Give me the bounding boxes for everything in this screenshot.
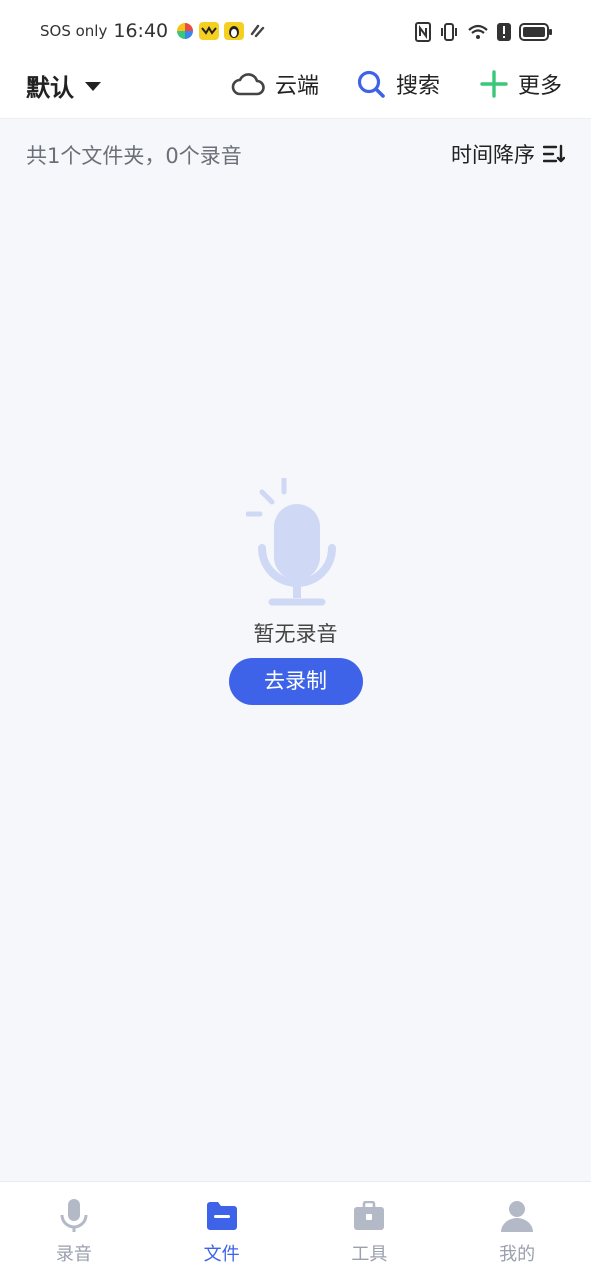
nav-item-mine[interactable]: 我的 [443, 1182, 591, 1280]
search-icon [357, 70, 385, 98]
more-button[interactable]: 更多 [480, 68, 562, 100]
folder-selector[interactable]: 默认 [26, 68, 102, 103]
battery-icon [519, 23, 552, 41]
cloud-button[interactable]: 云端 [231, 68, 319, 100]
link-icon [250, 24, 265, 38]
search-button[interactable]: 搜索 [356, 68, 440, 100]
wifi-icon [468, 24, 488, 39]
sort-icon [543, 144, 565, 163]
vibrate-icon [441, 23, 457, 41]
nfc-icon [415, 22, 431, 42]
empty-state: 暂无录音 去录制 [0, 478, 591, 705]
list-header: 共1个文件夹，0个录音 时间降序 [0, 120, 591, 182]
nav-label-files: 文件 [203, 1244, 240, 1265]
caret-down-icon [85, 81, 101, 91]
nav-item-files[interactable]: 文件 [148, 1182, 296, 1280]
notification-icons [176, 22, 267, 40]
nav-label-tools: 工具 [351, 1244, 388, 1265]
cloud-label: 云端 [275, 74, 320, 99]
folder-icon [204, 1198, 240, 1234]
nav-item-record[interactable]: 录音 [0, 1182, 148, 1280]
colorful-pinwheel-icon [177, 23, 194, 39]
folder-name: 默认 [26, 74, 74, 102]
sort-label: 时间降序 [451, 143, 535, 167]
top-bar: 默认 云端 搜索 更多 [0, 64, 591, 119]
sort-button[interactable]: 时间降序 [451, 139, 565, 169]
user-icon [499, 1198, 535, 1234]
more-label: 更多 [518, 74, 563, 99]
go-record-button[interactable]: 去录制 [228, 658, 363, 705]
status-left: SOS only 16:40 [40, 20, 267, 42]
nav-label-mine: 我的 [499, 1244, 536, 1265]
plus-icon [480, 70, 508, 98]
nav-label-record: 录音 [55, 1244, 92, 1265]
mic-icon [56, 1198, 92, 1234]
alert-icon [497, 23, 511, 41]
penguin-app-icon [224, 22, 245, 40]
status-bar: SOS only 16:40 [0, 0, 591, 64]
yellow-app-icon [199, 22, 220, 40]
bottom-nav: 录音 文件 工具 我的 [0, 1181, 591, 1280]
cloud-icon [231, 73, 265, 96]
microphone-illustration-icon [245, 478, 336, 606]
search-label: 搜索 [396, 74, 441, 99]
carrier-text: SOS only [40, 22, 108, 40]
clock: 16:40 [113, 20, 169, 42]
empty-message: 暂无录音 [253, 622, 338, 646]
toolbox-icon [351, 1198, 387, 1234]
item-count-text: 共1个文件夹，0个录音 [26, 144, 242, 168]
status-right [415, 22, 553, 42]
nav-item-tools[interactable]: 工具 [296, 1182, 444, 1280]
